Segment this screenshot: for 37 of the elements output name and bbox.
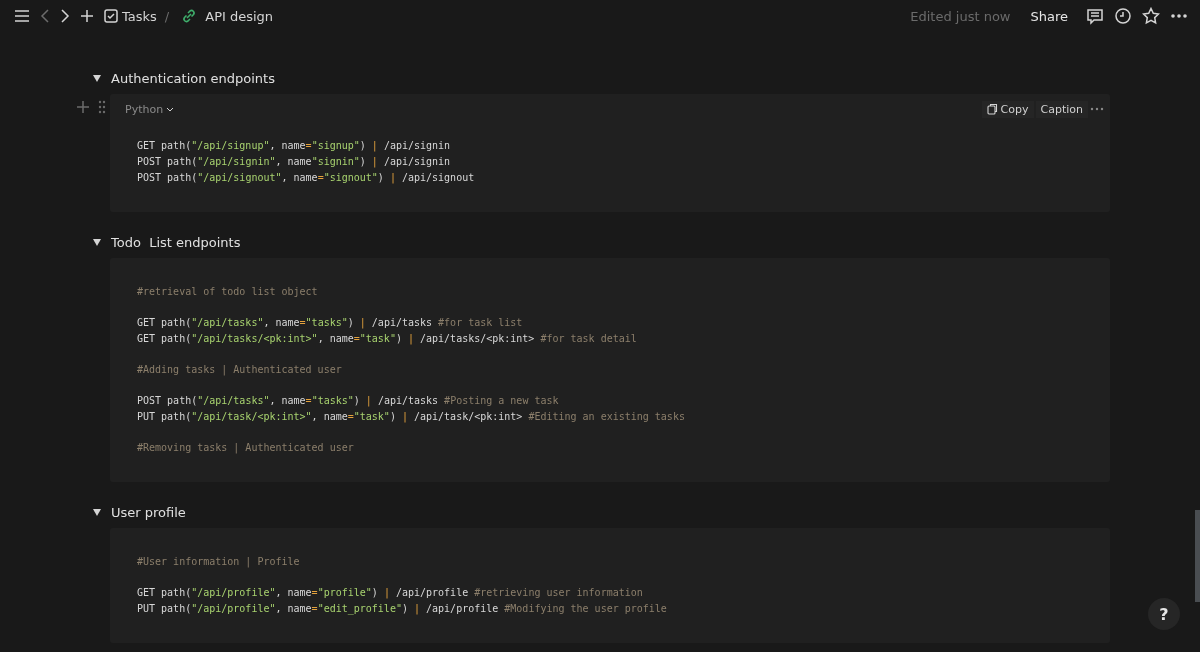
edited-status: Edited just now bbox=[910, 8, 1011, 24]
breadcrumb-separator: / bbox=[164, 8, 170, 24]
code-line: POST path("/api/signout", name="signout") | /api/signout bbox=[137, 171, 475, 186]
code-line: #Removing tasks | Authenticated user bbox=[137, 441, 354, 456]
more-icon[interactable] bbox=[1170, 13, 1188, 19]
menu-icon[interactable] bbox=[14, 9, 30, 23]
code-line: GET path("/api/signup", name="signup") | /api/signin bbox=[137, 139, 451, 154]
help-button[interactable]: ? bbox=[1148, 598, 1180, 630]
clock-icon[interactable] bbox=[1114, 7, 1132, 25]
code-line: POST path("/api/tasks", name="tasks") | /api/tasks #Posting a new task bbox=[137, 394, 559, 409]
section-heading: User profile bbox=[111, 504, 186, 520]
breadcrumb-item[interactable]: Tasks bbox=[102, 6, 159, 26]
chevron-down-icon bbox=[166, 106, 175, 112]
code-line: PUT path("/api/task/<pk:int>", name="task") | /api/task/<pk:int> #Editing an existing tasks bbox=[137, 410, 685, 425]
section-heading: Authentication endpoints bbox=[111, 70, 275, 86]
copy-icon bbox=[986, 103, 998, 115]
forward-icon[interactable] bbox=[60, 9, 70, 23]
comment-icon[interactable] bbox=[1086, 7, 1104, 25]
section-heading: Todo List endpoints bbox=[111, 234, 241, 250]
checkbox-icon bbox=[104, 9, 118, 23]
language-selector[interactable]: Python bbox=[121, 102, 179, 116]
copy-button[interactable]: Copy bbox=[981, 100, 1034, 118]
code-line: #Adding tasks | Authenticated user bbox=[137, 363, 342, 378]
code-line: PUT path("/api/profile", name="edit_profile") | /api/profile #Modifying the user profile bbox=[137, 602, 667, 617]
caption-button[interactable]: Caption bbox=[1035, 100, 1088, 118]
code-line: #User information | Profile bbox=[137, 555, 300, 570]
star-icon[interactable] bbox=[1142, 7, 1160, 25]
link-icon bbox=[181, 8, 198, 24]
code-line: GET path("/api/profile", name="profile") | /api/profile #retrieving user information bbox=[137, 586, 643, 601]
scrollbar[interactable] bbox=[1195, 510, 1200, 602]
code-line: POST path("/api/signin", name"signin") | /api/signin bbox=[137, 155, 451, 170]
drag-handle-icon[interactable] bbox=[98, 100, 106, 114]
code-line: #retrieval of todo list object bbox=[137, 285, 318, 299]
share-button[interactable]: Share bbox=[1026, 6, 1072, 26]
code-line: GET path("/api/tasks/<pk:int>", name="task") | /api/tasks/<pk:int> #for task detail bbox=[137, 332, 637, 347]
breadcrumb-item[interactable]: API design bbox=[179, 6, 276, 26]
code-line: GET path("/api/tasks", name="tasks") | /api/tasks #for task list bbox=[137, 316, 523, 331]
